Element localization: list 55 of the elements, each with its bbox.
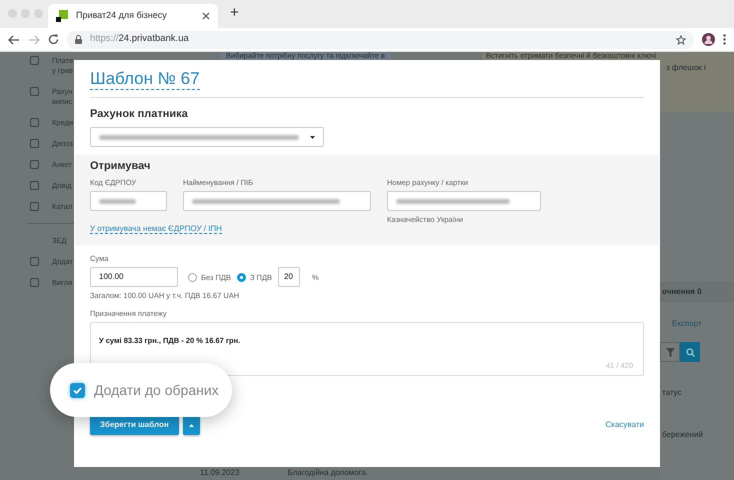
column-header: татус bbox=[662, 387, 683, 399]
avatar-icon[interactable] bbox=[702, 33, 715, 46]
filter-count: очнення 0 bbox=[660, 282, 734, 302]
url-text: https://24.privatbank.ua bbox=[90, 32, 190, 46]
radio-button[interactable] bbox=[188, 272, 197, 282]
redacted-value bbox=[99, 198, 136, 204]
menu-item-icon bbox=[30, 202, 39, 211]
status-cell-text: бережений bbox=[662, 429, 704, 441]
radio-button[interactable] bbox=[236, 272, 246, 282]
input-field[interactable] bbox=[183, 191, 371, 212]
section-heading: Рахунок платника bbox=[90, 108, 189, 122]
address-bar[interactable]: https://24.privatbank.ua bbox=[67, 30, 694, 48]
checkbox-label: Додати до обраних bbox=[94, 380, 219, 400]
menu-item-icon bbox=[30, 257, 39, 266]
menu-item-icon bbox=[30, 139, 39, 148]
menu-item-icon bbox=[30, 87, 39, 96]
star-icon[interactable] bbox=[676, 34, 686, 44]
filter-button[interactable] bbox=[660, 342, 680, 362]
tab-title: Приват24 для бізнесу bbox=[76, 9, 168, 22]
site-logo-icon bbox=[56, 10, 68, 22]
menu-item-icon bbox=[30, 181, 39, 190]
filter-icon bbox=[666, 348, 674, 356]
caret-icon bbox=[310, 136, 315, 139]
new-tab-button[interactable]: + bbox=[230, 5, 239, 21]
menu-item-icon bbox=[30, 56, 39, 65]
no-code-link[interactable]: У отримувача немає ЄДРПОУ / ІПН bbox=[90, 224, 222, 234]
back-icon[interactable] bbox=[8, 34, 20, 44]
modal-title: Шаблон № 67 bbox=[90, 69, 200, 90]
date-cell: 11.09.2023 bbox=[200, 467, 240, 479]
caret-icon bbox=[188, 424, 194, 427]
search-icon bbox=[686, 348, 694, 356]
reload-icon[interactable] bbox=[48, 34, 59, 45]
dropdown-button[interactable] bbox=[182, 415, 200, 436]
checkbox[interactable] bbox=[70, 382, 85, 398]
input-field[interactable] bbox=[90, 191, 167, 212]
input-field[interactable] bbox=[387, 191, 541, 212]
menu-item-icon bbox=[30, 278, 39, 287]
description-cell: Благодійна допомога. bbox=[287, 467, 368, 479]
section-heading: Отримувач bbox=[90, 160, 152, 174]
lock-icon bbox=[75, 35, 82, 44]
cancel-link[interactable]: Скасувати bbox=[606, 419, 644, 432]
search-button[interactable] bbox=[680, 342, 700, 362]
save-template-button[interactable]: Зберегти шаблон bbox=[90, 415, 179, 436]
banner-text: з флешок і bbox=[665, 62, 707, 74]
menu-icon[interactable] bbox=[723, 34, 726, 45]
browser-tab[interactable]: Приват24 для бізнесу bbox=[48, 4, 218, 28]
close-icon[interactable] bbox=[202, 12, 210, 20]
checkmark-icon bbox=[73, 386, 82, 394]
menu-item-icon bbox=[30, 160, 39, 169]
menu-item-icon bbox=[30, 118, 39, 127]
payer-account-select[interactable] bbox=[90, 127, 324, 148]
vat-rate-field[interactable]: 20 bbox=[278, 267, 300, 288]
amount-field[interactable]: 100.00 bbox=[90, 267, 178, 288]
export-link[interactable]: Експорт bbox=[672, 318, 734, 330]
forward-icon[interactable] bbox=[28, 34, 40, 44]
